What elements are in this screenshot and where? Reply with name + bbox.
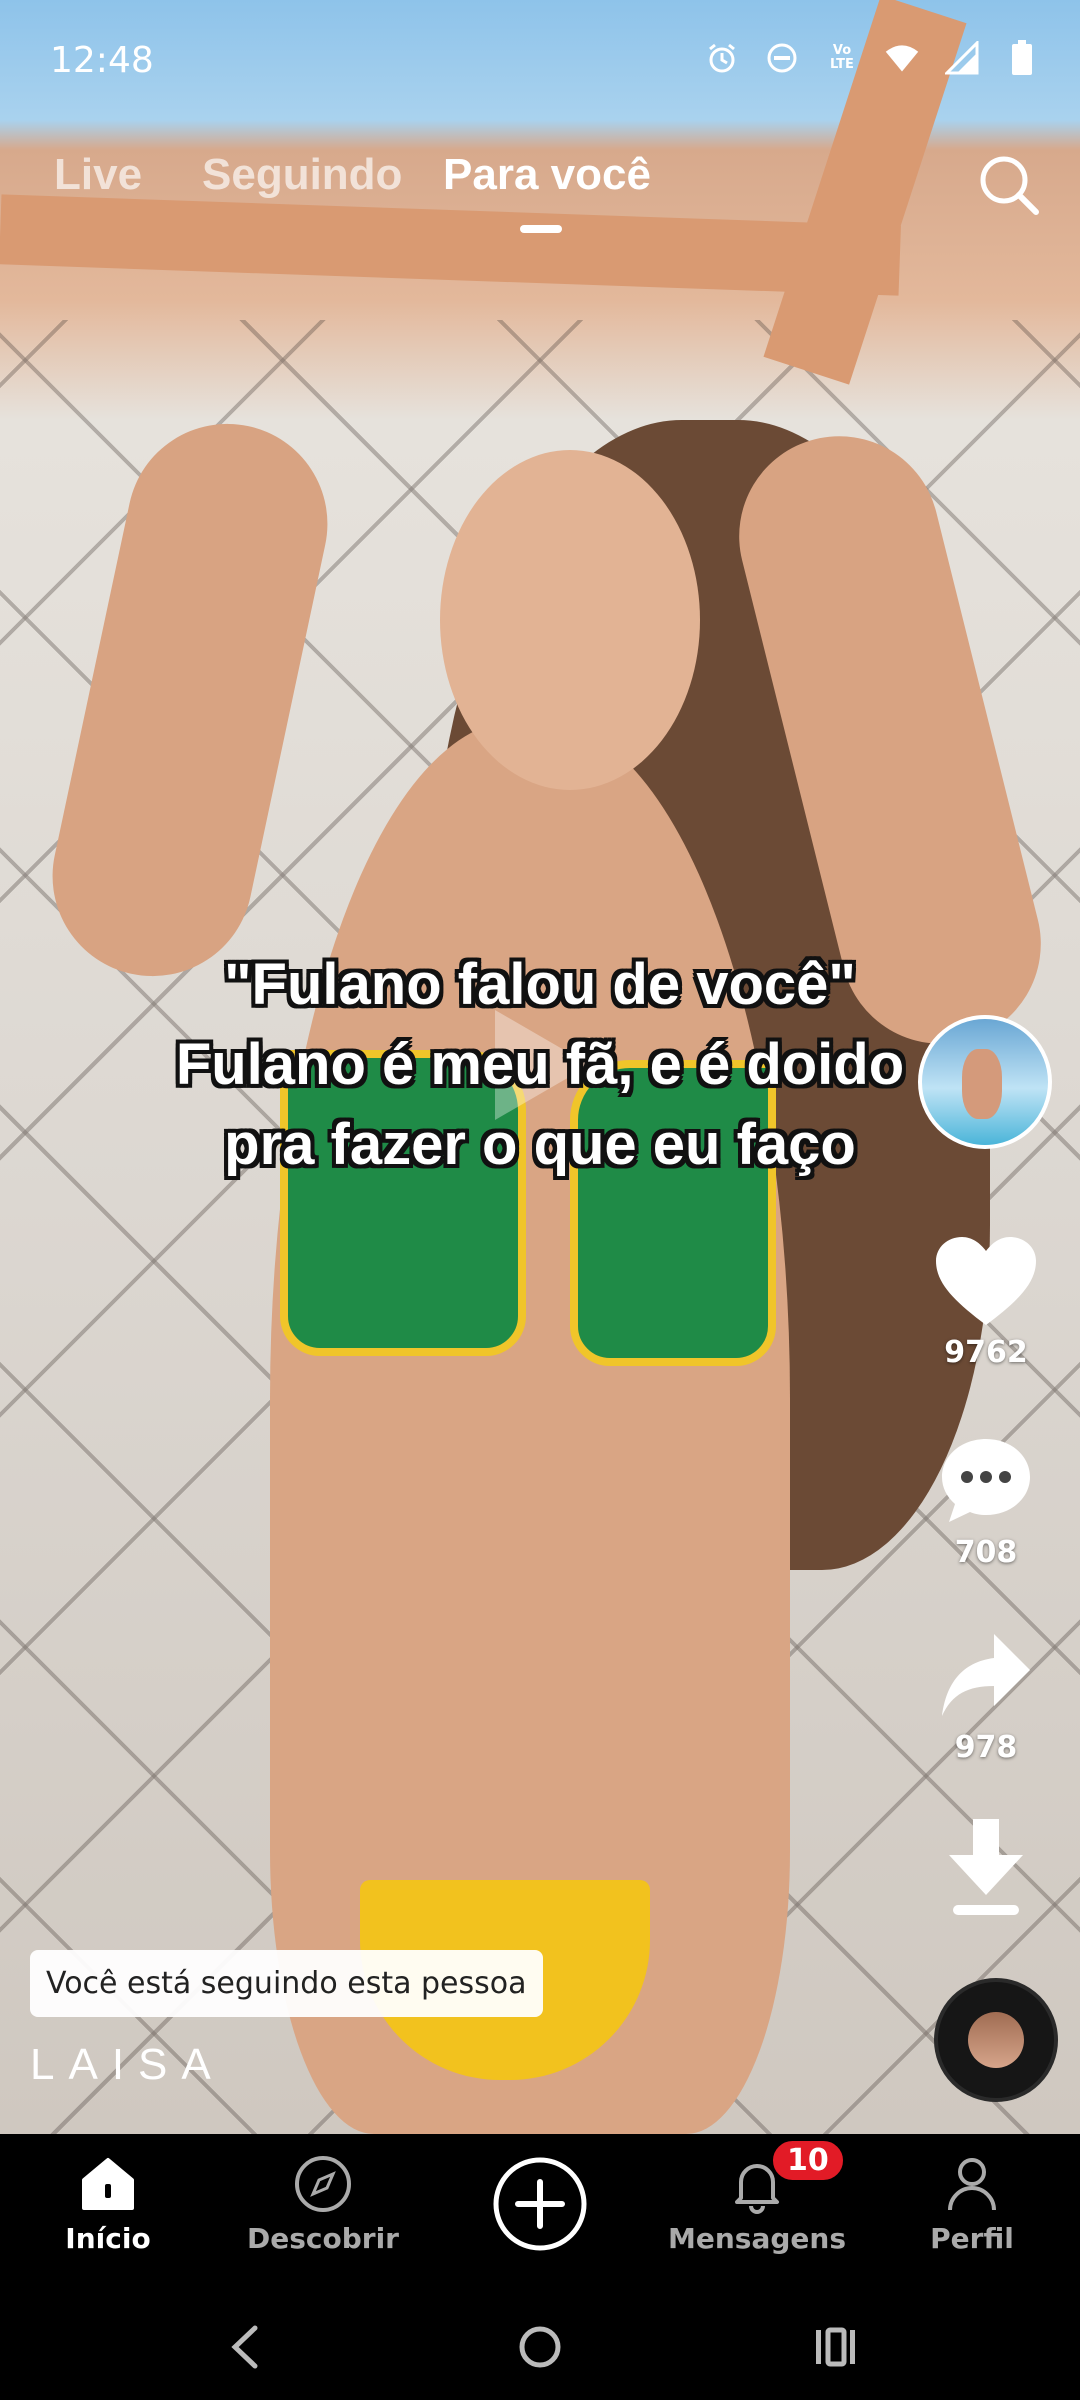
wifi-icon — [884, 40, 920, 76]
bottom-nav: Início Descobrir Mensagens Perfil — [0, 2134, 1080, 2294]
nav-label: Perfil — [930, 2222, 1014, 2255]
nav-label: Início — [65, 2222, 151, 2255]
heart-icon — [936, 1237, 1036, 1325]
tab-seguindo[interactable]: Seguindo — [202, 150, 402, 200]
like-count: 9762 — [944, 1335, 1028, 1370]
search-icon — [980, 156, 1039, 215]
creator-watermark: LAISA — [30, 2040, 225, 2089]
like-button[interactable]: 9762 — [916, 1235, 1056, 1370]
follow-toast: Você está seguindo esta pessoa — [30, 1950, 543, 2017]
person-icon — [948, 2158, 996, 2211]
feed-tabs: Live Seguindo Para você — [0, 150, 1080, 250]
battery-icon — [1004, 40, 1040, 76]
nav-descobrir[interactable]: Descobrir — [233, 2154, 413, 2255]
nav-label: Descobrir — [247, 2222, 399, 2255]
alarm-icon — [704, 40, 740, 76]
video-figure-head — [440, 450, 700, 790]
caption-line: pra fazer o que eu faço — [224, 1112, 856, 1177]
nav-label: Mensagens — [668, 2222, 846, 2255]
active-tab-indicator — [520, 225, 562, 233]
download-button[interactable] — [916, 1815, 1056, 1923]
sound-disc[interactable] — [934, 1978, 1058, 2102]
tab-live[interactable]: Live — [54, 150, 142, 200]
download-icon — [949, 1819, 1023, 1915]
volte-icon: Vo LTE — [830, 43, 854, 72]
recents-icon[interactable] — [810, 2322, 860, 2372]
share-count: 978 — [954, 1730, 1018, 1765]
back-icon[interactable] — [225, 2322, 265, 2372]
creator-avatar[interactable] — [918, 1015, 1052, 1149]
home-icon — [82, 2158, 134, 2210]
status-time: 12:48 — [50, 40, 154, 81]
status-icons: Vo LTE — [704, 40, 1040, 76]
share-icon — [942, 1634, 1030, 1716]
status-bar: 12:48 Vo LTE — [0, 0, 1080, 120]
nav-create[interactable] — [450, 2156, 630, 2256]
search-button[interactable] — [974, 150, 1044, 220]
tab-para-voce[interactable]: Para você — [443, 150, 651, 200]
comment-button[interactable]: 708 — [916, 1435, 1056, 1570]
comment-icon — [942, 1439, 1030, 1522]
system-nav-bar — [0, 2294, 1080, 2400]
plus-circle-icon — [493, 2157, 587, 2251]
compass-icon — [295, 2156, 351, 2212]
caption-line: "Fulano falou de você" — [224, 952, 856, 1017]
share-button[interactable]: 978 — [916, 1630, 1056, 1765]
nav-inicio[interactable]: Início — [18, 2154, 198, 2255]
do-not-disturb-icon — [764, 40, 800, 76]
comment-count: 708 — [954, 1535, 1018, 1570]
home-nav-icon[interactable] — [515, 2322, 565, 2372]
sound-avatar — [968, 2012, 1024, 2068]
nav-perfil[interactable]: Perfil — [882, 2154, 1062, 2255]
signal-icon — [944, 40, 980, 76]
video-player[interactable]: "Fulano falou de você" Fulano é meu fã, … — [0, 0, 1080, 2134]
messages-badge: 10 — [770, 2138, 846, 2183]
caption-line: Fulano é meu fã, e é doido — [175, 1032, 905, 1097]
video-caption: "Fulano falou de você" Fulano é meu fã, … — [60, 945, 1020, 1185]
